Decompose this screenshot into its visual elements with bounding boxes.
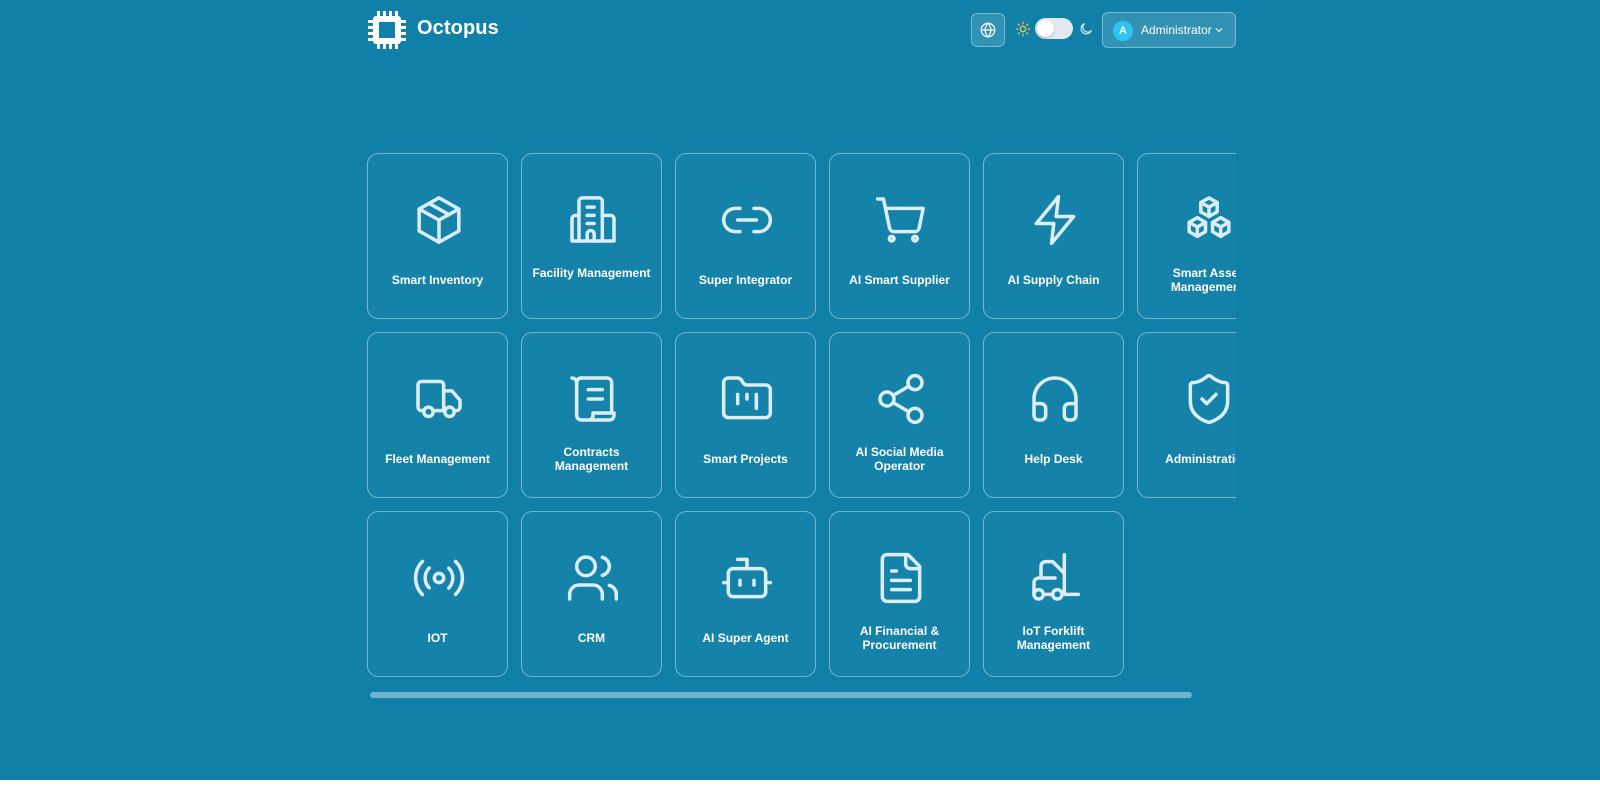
module-tile-iot-forklift-management[interactable]: IoT Forklift Management — [983, 511, 1124, 677]
module-tile-ai-supply-chain[interactable]: AI Supply Chain — [983, 153, 1124, 319]
module-label: AI Super Agent — [702, 631, 789, 645]
document-icon — [880, 552, 922, 604]
link-icon — [722, 206, 772, 234]
user-name: Administrator — [1141, 23, 1212, 37]
module-label: Smart Inventory — [391, 273, 484, 287]
shopping-cart-icon — [875, 197, 925, 243]
module-tile-super-integrator[interactable]: Super Integrator — [675, 153, 816, 319]
shield-check-icon — [1188, 373, 1230, 425]
module-label: AI Smart Supplier — [849, 273, 950, 287]
module-label: CRM — [577, 631, 606, 645]
scroll-icon — [570, 376, 616, 422]
module-label: AI Supply Chain — [1007, 273, 1100, 287]
app-name: Octopus — [417, 17, 499, 39]
chevron-down-icon — [1215, 28, 1223, 32]
building-icon — [570, 196, 616, 243]
robot-icon — [721, 557, 773, 599]
moon-icon — [1080, 23, 1092, 35]
globe-icon — [980, 22, 996, 38]
theme-toggle[interactable] — [1035, 18, 1073, 39]
module-tile-ai-social-media-operator[interactable]: AI Social Media Operator — [829, 332, 970, 498]
module-tile-facility-management[interactable]: Facility Management — [521, 153, 662, 319]
module-label: Help Desk — [1024, 452, 1083, 466]
module-tile-iot[interactable]: IOT — [367, 511, 508, 677]
module-tile-ai-smart-supplier[interactable]: AI Smart Supplier — [829, 153, 970, 319]
users-icon — [567, 555, 619, 601]
language-button[interactable] — [971, 13, 1005, 47]
folder-kanban-icon — [721, 376, 773, 420]
module-label: Fleet Management — [385, 452, 490, 466]
module-label: AI Social Media Operator — [855, 445, 944, 473]
module-tile-crm[interactable]: CRM — [521, 511, 662, 677]
share-icon — [878, 373, 924, 425]
module-label: Contracts Management — [554, 445, 629, 473]
module-label: Smart Projects — [703, 452, 788, 466]
module-tile-smart-inventory[interactable]: Smart Inventory — [367, 153, 508, 319]
forklift-icon — [1032, 552, 1081, 601]
truck-icon — [416, 379, 462, 419]
module-grid: Smart Inventory Facility Management Supe… — [367, 152, 1236, 678]
module-tile-fleet-management[interactable]: Fleet Management — [367, 332, 508, 498]
module-tile-administration[interactable]: Administration — [1137, 332, 1236, 498]
module-tile-smart-asset-management[interactable]: Smart Asset Management — [1137, 153, 1236, 319]
top-header: Octopus A Administrator — [367, 9, 1236, 49]
package-icon — [417, 196, 461, 244]
module-tile-ai-financial-procurement[interactable]: AI Financial & Procurement — [829, 511, 970, 677]
module-label: Super Integrator — [698, 273, 793, 287]
theme-toggle-knob — [1037, 20, 1054, 37]
boxes-icon — [1187, 196, 1231, 239]
module-label: Smart Asset Management — [1170, 266, 1236, 294]
avatar: A — [1113, 21, 1133, 41]
module-tile-help-desk[interactable]: Help Desk — [983, 332, 1124, 498]
module-label: IoT Forklift Management — [1016, 624, 1091, 652]
module-label: Administration — [1165, 452, 1236, 466]
module-label: IOT — [427, 631, 448, 645]
module-label: AI Financial & Procurement — [859, 624, 940, 652]
chip-logo-icon — [368, 11, 406, 49]
radio-signal-icon — [413, 559, 465, 597]
lightning-icon — [1034, 194, 1076, 246]
page-footer-strip — [0, 780, 1600, 797]
module-tile-ai-super-agent[interactable]: AI Super Agent — [675, 511, 816, 677]
sun-icon — [1015, 21, 1031, 37]
headphones-icon — [1032, 376, 1078, 422]
module-tile-contracts-management[interactable]: Contracts Management — [521, 332, 662, 498]
horizontal-scrollbar[interactable] — [370, 692, 1192, 698]
module-label: Facility Management — [532, 266, 651, 280]
user-menu-button[interactable]: A Administrator — [1102, 12, 1236, 48]
module-tile-smart-projects[interactable]: Smart Projects — [675, 332, 816, 498]
